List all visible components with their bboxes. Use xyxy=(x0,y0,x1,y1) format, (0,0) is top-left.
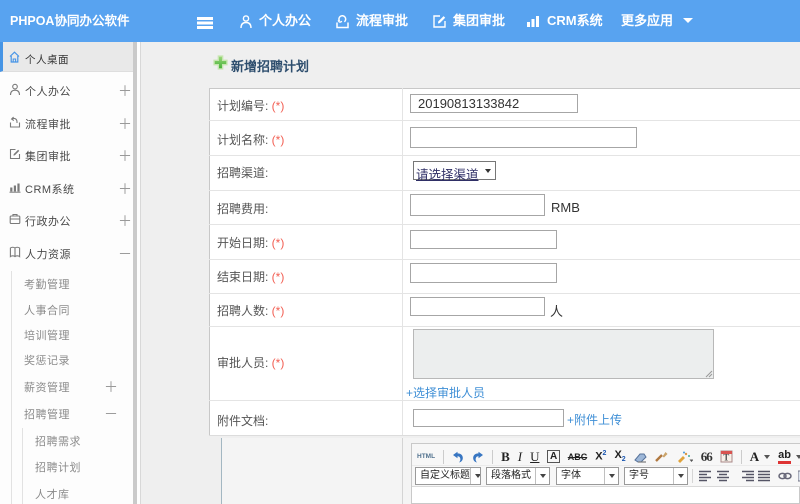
svg-text:T: T xyxy=(723,453,729,463)
